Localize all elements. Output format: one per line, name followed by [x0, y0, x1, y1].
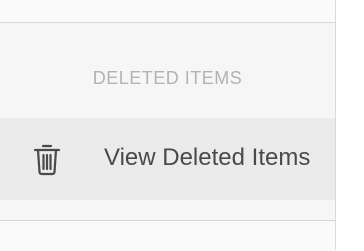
sidebar-panel: DELETED ITEMS View Deleted Items	[0, 0, 336, 251]
top-divider	[0, 0, 335, 23]
bottom-divider	[0, 220, 335, 251]
trash-icon	[32, 142, 62, 176]
menu-item-label: View Deleted Items	[104, 144, 311, 171]
view-deleted-items-menu-item[interactable]: View Deleted Items	[0, 118, 335, 200]
deleted-items-section-header: DELETED ITEMS	[92, 68, 243, 88]
